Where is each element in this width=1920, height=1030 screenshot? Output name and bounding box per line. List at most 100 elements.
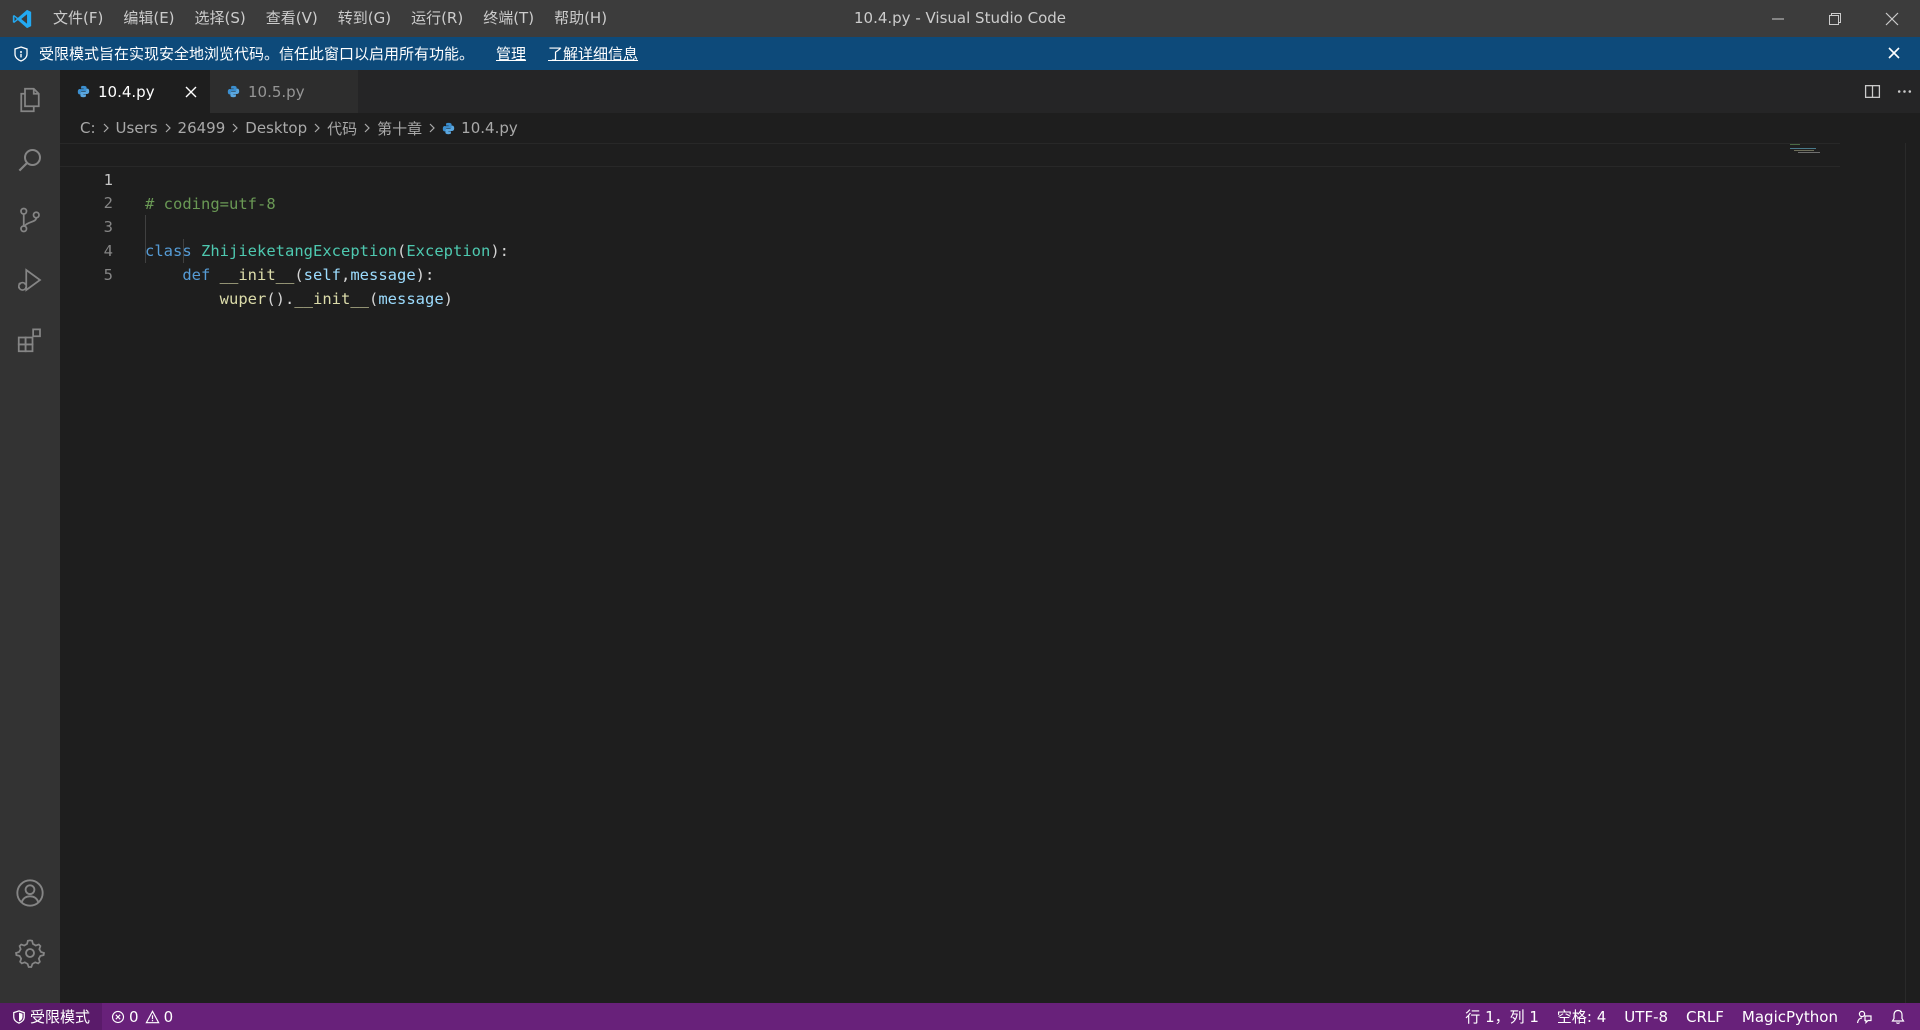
breadcrumb-item[interactable]: Desktop [245,119,307,137]
source-control-icon[interactable] [0,190,60,250]
menu-help[interactable]: 帮助(H) [544,0,617,37]
menu-view[interactable]: 查看(V) [256,0,328,37]
code-line[interactable]: 5 wuper().__init__(message) [60,239,1840,308]
breadcrumb-item[interactable]: 26499 [178,119,226,137]
restore-button[interactable] [1806,0,1863,37]
breadcrumb-file[interactable]: 10.4.py [442,119,518,137]
vscode-logo-icon [0,0,43,37]
code-function: __init__ [294,290,369,308]
code-line[interactable]: 3 class ZhijieketangException(Exception)… [60,191,1840,260]
explorer-icon[interactable] [0,70,60,130]
activity-bar [0,70,60,1003]
code-punct: (). [266,290,295,308]
split-editor-icon [1864,85,1880,98]
status-restricted-mode[interactable]: 受限模式 [0,1003,103,1030]
breadcrumb-item[interactable]: 第十章 [377,118,422,139]
chevron-right-icon [100,122,112,134]
menu-go[interactable]: 转到(G) [328,0,401,37]
chevron-right-icon [162,122,174,134]
breadcrumb-item[interactable]: 代码 [327,118,357,139]
minimize-icon [1771,18,1784,19]
status-error-count: 0 [129,1007,139,1026]
bell-icon [1891,1009,1905,1024]
status-cursor-position[interactable]: 行 1，列 1 [1456,1003,1548,1030]
code-line[interactable]: 4 def __init__(self,message): [60,215,1840,284]
split-editor-button[interactable] [1856,70,1888,113]
restore-icon [1828,12,1841,25]
indent-guide [183,239,184,263]
close-window-button[interactable] [1863,0,1920,37]
code-punct: ( [368,290,379,308]
status-encoding[interactable]: UTF-8 [1615,1003,1677,1030]
code-line[interactable]: 2 [60,167,1840,212]
tab-close-button[interactable] [181,82,200,101]
banner-message: 受限模式旨在实现安全地浏览代码。信任此窗口以启用所有功能。 [39,45,475,63]
notifications-button[interactable] [1881,1003,1920,1030]
code-editor[interactable]: 1 # coding=utf-8 2 3 class ZhijieketangE… [60,143,1920,1003]
line-number: 5 [103,266,113,284]
title-bar: 文件(F) 编辑(E) 选择(S) 查看(V) 转到(G) 运行(R) 终端(T… [0,0,1920,37]
restricted-mode-banner: 受限模式旨在实现安全地浏览代码。信任此窗口以启用所有功能。 管理 了解详细信息 [0,37,1920,70]
code-keyword: def [182,266,211,284]
banner-learn-more-link[interactable]: 了解详细信息 [548,43,638,64]
extensions-icon[interactable] [0,310,60,370]
code-punct: ): [415,266,435,284]
window-controls [1749,0,1920,37]
chevron-right-icon [361,122,373,134]
menu-edit[interactable]: 编辑(E) [113,0,184,37]
feedback-button[interactable] [1847,1003,1881,1030]
warning-icon [144,1009,160,1024]
python-file-icon [77,85,90,98]
chevron-right-icon [229,122,241,134]
tab-label: 10.5.py [248,82,305,101]
close-icon [1888,47,1900,59]
code-function: wuper [219,290,267,308]
close-icon [185,86,196,97]
menu-bar: 文件(F) 编辑(E) 选择(S) 查看(V) 转到(G) 运行(R) 终端(T… [43,0,617,37]
run-debug-icon[interactable] [0,250,60,310]
code-function: __init__ [219,266,295,284]
breadcrumb-item[interactable]: C: [80,119,96,137]
status-bar: 受限模式 0 0 行 1，列 1 空格: 4 UTF-8 CRLF MagicP… [0,1003,1920,1030]
minimap[interactable] [1790,143,1830,153]
breadcrumb-item[interactable]: Users [116,119,158,137]
ellipsis-icon [1897,90,1911,93]
minimize-button[interactable] [1749,0,1806,37]
code-punct: ( [294,266,304,284]
close-icon [1885,12,1898,25]
status-warning-count: 0 [163,1007,174,1026]
python-file-icon [227,85,240,98]
chevron-right-icon [311,122,323,134]
tab-10-4-py[interactable]: 10.4.py [60,70,210,113]
menu-terminal[interactable]: 终端(T) [473,0,544,37]
vertical-scrollbar[interactable] [1905,143,1906,1003]
code-line[interactable]: 1 # coding=utf-8 [60,143,1840,213]
status-language[interactable]: MagicPython [1733,1003,1847,1030]
search-icon[interactable] [0,130,60,190]
shield-icon [13,45,29,62]
status-right-group: 行 1，列 1 空格: 4 UTF-8 CRLF MagicPython [1456,1003,1920,1030]
code-param: message [350,266,416,284]
editor-tabs: 10.4.py 10.5.py [60,70,1920,113]
menu-file[interactable]: 文件(F) [43,0,113,37]
code-param: message [378,290,444,308]
menu-selection[interactable]: 选择(S) [185,0,256,37]
indent-guide [145,215,146,263]
status-problems[interactable]: 0 0 [102,1003,182,1030]
banner-close-button[interactable] [1884,43,1904,63]
code-punct: ) [443,290,453,308]
tab-10-5-py[interactable]: 10.5.py [210,70,358,113]
gear-icon[interactable] [0,923,60,983]
more-actions-button[interactable] [1888,70,1920,113]
menu-run[interactable]: 运行(R) [401,0,473,37]
editor-actions [1856,70,1920,113]
status-restricted-label: 受限模式 [30,1008,91,1026]
status-eol[interactable]: CRLF [1677,1003,1733,1030]
shield-icon [12,1009,26,1024]
breadcrumb-file-label: 10.4.py [461,119,518,137]
banner-manage-link[interactable]: 管理 [496,43,526,64]
status-indentation[interactable]: 空格: 4 [1548,1003,1615,1030]
python-file-icon [442,122,455,135]
account-icon[interactable] [0,863,60,923]
tab-label: 10.4.py [98,82,155,101]
